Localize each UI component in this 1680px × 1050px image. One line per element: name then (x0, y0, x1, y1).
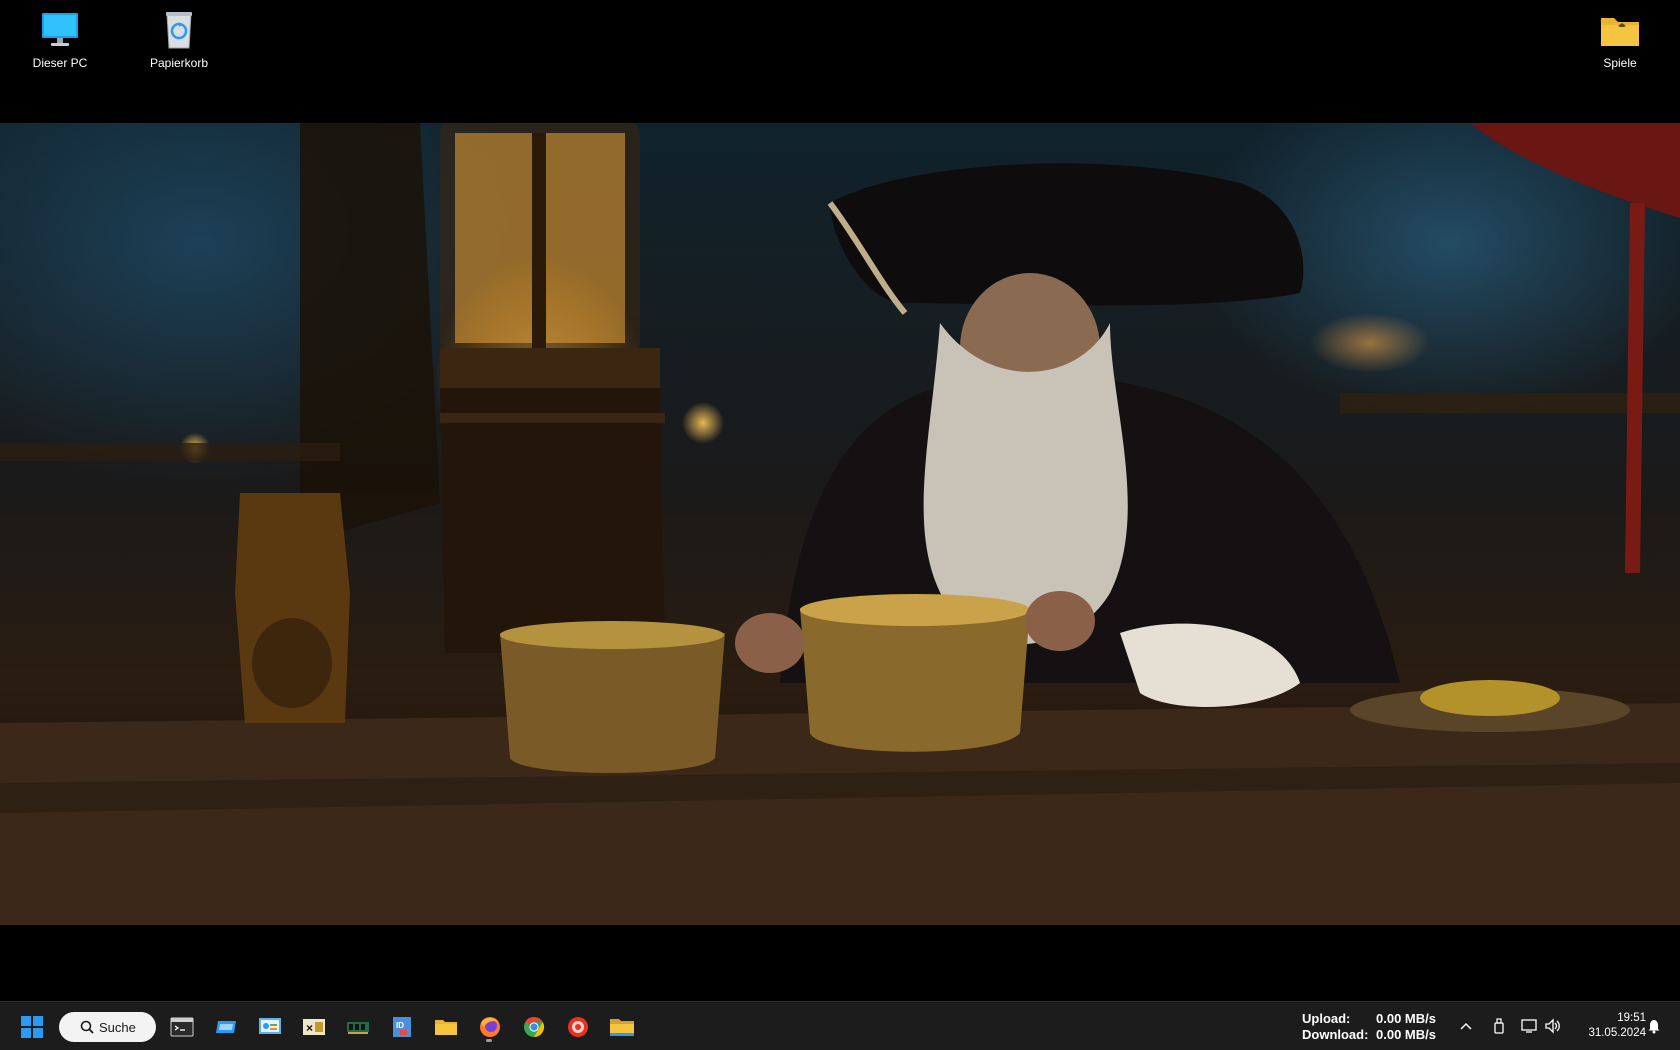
taskbar-app-chrome[interactable] (517, 1010, 551, 1044)
upload-label: Upload: (1302, 1011, 1351, 1026)
desktop-icon-games-folder[interactable]: Spiele (1575, 8, 1665, 78)
clock-time: 19:51 (1617, 1012, 1646, 1024)
excel-ix-icon: × (303, 1019, 325, 1035)
taskbar-app-control-panel[interactable] (253, 1010, 287, 1044)
start-button[interactable] (15, 1010, 49, 1044)
search-label: Suche (99, 1019, 136, 1035)
usb-icon (1494, 1018, 1504, 1034)
desktop-icon-label: Dieser PC (32, 56, 88, 70)
search-icon (80, 1020, 94, 1034)
volume-icon (1545, 1018, 1560, 1034)
tray-network[interactable] (1521, 1017, 1539, 1035)
taskbar-app-red-circle[interactable] (561, 1010, 595, 1044)
clock-date: 31.05.2024 (1588, 1027, 1646, 1039)
red-circle-app-icon (568, 1017, 588, 1037)
notification-button[interactable] (1645, 1017, 1663, 1035)
folder-icon (1601, 18, 1639, 46)
network-icon (1521, 1019, 1537, 1033)
tray-usb[interactable] (1490, 1017, 1508, 1035)
recycle-bin-icon (166, 12, 192, 49)
taskbar-app-folder[interactable] (605, 1010, 639, 1044)
desktop: Dieser PC Papierkorb Spiele (0, 0, 1680, 1001)
tray-volume[interactable] (1544, 1017, 1562, 1035)
system-clock[interactable]: 19:51 31.05.2024 (1570, 1011, 1646, 1041)
download-label: Download: (1302, 1027, 1369, 1042)
taskbar-app-excel[interactable]: × (297, 1010, 331, 1044)
bell-icon (1648, 1020, 1660, 1034)
taskbar-app-blue[interactable] (209, 1010, 243, 1044)
taskbar-app-id[interactable]: ID (385, 1010, 419, 1044)
svg-text:×: × (306, 1021, 313, 1035)
taskbar: Suche × ID Upload: 0.00 MB/s Download: 0… (0, 1001, 1680, 1050)
terminal-icon (170, 1017, 194, 1037)
id-app-icon: ID (393, 1017, 411, 1037)
desktop-icon-this-pc[interactable]: Dieser PC (15, 8, 105, 78)
show-hidden-icons-button[interactable] (1457, 1017, 1475, 1035)
wallpaper-image (0, 123, 1680, 925)
taskbar-app-terminal[interactable] (165, 1010, 199, 1044)
desktop-icon-label: Spiele (1603, 56, 1637, 70)
chrome-icon (524, 1016, 545, 1038)
file-explorer-icon (435, 1020, 457, 1035)
memory-chip-icon (347, 1022, 369, 1034)
chevron-up-icon (1460, 1022, 1472, 1030)
taskbar-app-firefox[interactable] (473, 1010, 507, 1044)
start-windows-icon (21, 1016, 43, 1038)
download-value: 0.00 MB/s (1376, 1027, 1436, 1042)
taskbar-app-file-explorer[interactable] (429, 1010, 463, 1044)
monitor-icon (42, 13, 78, 46)
folder-taskbar-icon (610, 1019, 634, 1036)
wallpaper-illustration (0, 123, 1680, 925)
blue-app-icon (216, 1021, 236, 1033)
desktop-icon-recycle-bin[interactable]: Papierkorb (134, 8, 224, 78)
network-speed-meter: Upload: 0.00 MB/s Download: 0.00 MB/s (1302, 1011, 1436, 1043)
control-panel-icon (259, 1018, 281, 1034)
search-box[interactable]: Suche (59, 1012, 156, 1042)
svg-text:ID: ID (396, 1021, 404, 1030)
upload-value: 0.00 MB/s (1376, 1011, 1436, 1026)
taskbar-app-memory[interactable] (341, 1010, 375, 1044)
firefox-icon (480, 1017, 500, 1037)
desktop-icon-label: Papierkorb (149, 56, 209, 70)
active-indicator (486, 1039, 492, 1042)
